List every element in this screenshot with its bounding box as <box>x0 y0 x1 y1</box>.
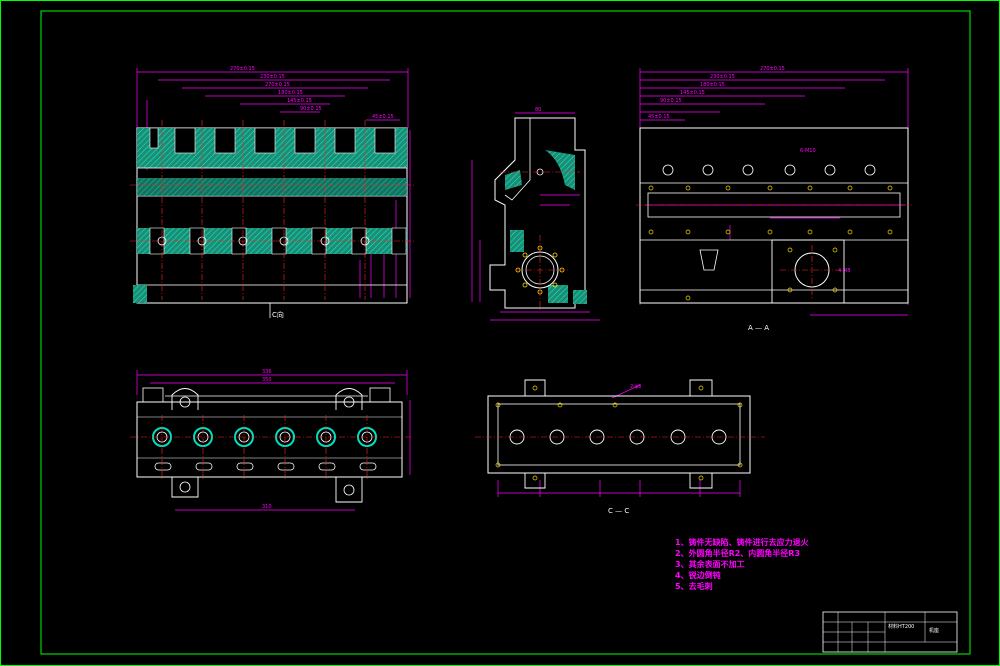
dim-tl-d6: 90±0.15 <box>300 106 322 112</box>
note-5: 5、去毛刺 <box>675 581 713 591</box>
dim-tl-d5: 145±0.15 <box>287 98 312 104</box>
dim-tr-hole: 6-M10 <box>800 148 816 154</box>
title-part-name: 机座 <box>929 627 939 634</box>
title-block: 材料HT200 机座 <box>822 611 958 653</box>
dim-br-hole: 2-φ8 <box>630 384 641 390</box>
note-3: 3、其余表面不加工 <box>675 559 745 569</box>
dim-bl-bottom: 310 <box>262 504 272 510</box>
view-top-right: 270±0.15 230±0.15 180±0.15 145±0.15 90±0… <box>636 66 912 332</box>
dim-tl-d3: 270±0.15 <box>265 82 290 88</box>
dim-bl-d2: 350 <box>262 377 272 383</box>
dim-tl-d4: 180±0.15 <box>278 90 303 96</box>
view-top-middle: 80 <box>471 107 600 321</box>
cad-drawing: 270±0.15 230±0.15 270±0.15 180±0.15 145±… <box>0 0 1000 666</box>
note-1: 1、铸件无缺陷、铸件进行去应力退火 <box>675 537 810 547</box>
dim-tl-d2: 230±0.15 <box>260 74 285 80</box>
view-top-left: 270±0.15 230±0.15 270±0.15 180±0.15 145±… <box>130 66 415 319</box>
dim-tr-d3: 180±0.15 <box>700 82 725 88</box>
drawing-frame <box>0 0 1000 666</box>
note-4: 4、锐边倒钝 <box>675 570 721 580</box>
view-label-c: C向 <box>272 310 284 319</box>
dim-tr-d6: 45±0.15 <box>648 114 670 120</box>
dim-tr-d4: 145±0.15 <box>680 90 705 96</box>
view-bottom-right: 2-φ8 C — C <box>475 379 765 515</box>
dim-mid-top: 80 <box>535 107 541 113</box>
view-label-a: A — A <box>748 324 769 332</box>
title-material: 材料HT200 <box>888 623 914 630</box>
dim-tl-d7: 45±0.15 <box>372 114 394 120</box>
tl-hatch-top <box>137 127 407 168</box>
technical-notes: 1、铸件无缺陷、铸件进行去应力退火 2、外圆角半径R2、内圆角半径R3 3、其余… <box>675 537 810 591</box>
dim-tl-overall: 270±0.15 <box>230 66 255 72</box>
note-2: 2、外圆角半径R2、内圆角半径R3 <box>675 548 800 558</box>
dim-tr-d2: 230±0.15 <box>710 74 735 80</box>
dim-tr-d5: 90±0.15 <box>660 98 682 104</box>
dim-bl-width: 336 <box>262 369 272 375</box>
dim-tr-overall: 270±0.15 <box>760 66 785 72</box>
view-bottom-left: 336 350 310 <box>130 369 412 511</box>
view-label-cc: C — C <box>608 507 629 515</box>
